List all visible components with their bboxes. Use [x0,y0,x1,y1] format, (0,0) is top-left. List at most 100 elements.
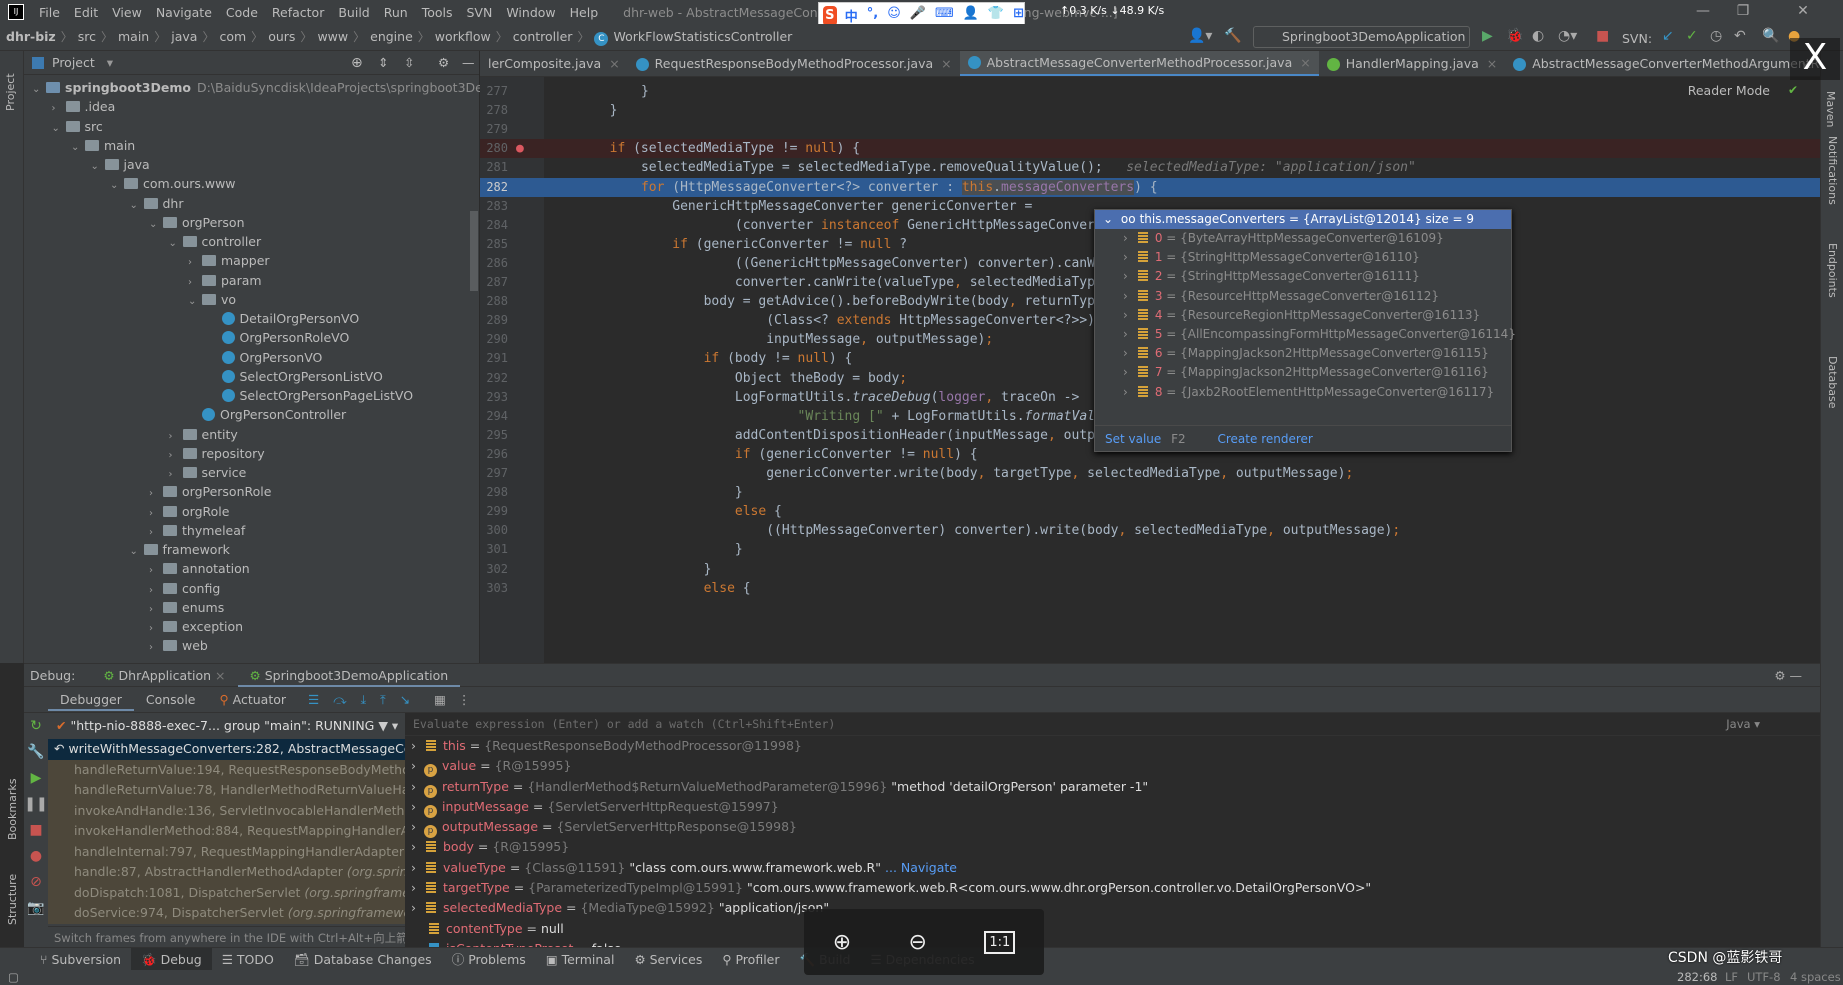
chevron-down-icon[interactable]: ⌄ [130,196,144,215]
menu-tools[interactable]: Tools [415,5,460,20]
zoom-in-button[interactable]: ⊕ [833,930,851,955]
tree-item[interactable]: DetailOrgPersonVO [208,309,359,328]
popup-item[interactable]: › 5 = {AllEncompassingFormHttpMessageConv… [1095,325,1516,344]
search-icon[interactable]: 🔍 [1762,28,1779,44]
close-tab-icon[interactable]: × [1300,51,1310,76]
maven-tool-button[interactable]: Maven [1824,91,1837,127]
wrench-icon[interactable]: 🔧 [24,739,48,765]
line-number[interactable]: 278 [486,101,508,120]
restore-button[interactable]: ❐ [1723,0,1763,24]
rerun-icon[interactable]: ↻ [24,713,48,739]
create-renderer-link[interactable]: Create renderer [1218,432,1313,446]
svn-rollback-icon[interactable]: ↶ [1734,28,1746,44]
tab-console[interactable]: Console [134,688,208,711]
popup-item[interactable]: › 4 = {ResourceRegionHttpMessageConverter… [1095,306,1511,325]
layout-icon[interactable]: ▢ [8,970,19,985]
breadcrumb-item[interactable]: controller [513,29,573,44]
menu-build[interactable]: Build [331,5,376,20]
endpoints-tool-button[interactable]: Endpoints [1826,243,1839,298]
chevron-right-icon[interactable]: › [149,581,163,600]
variable-row[interactable]: › valueType = {Class@11591} "class com.ou… [405,858,1820,878]
ime-item[interactable]: 中 [845,6,858,25]
tool-database-changes[interactable]: 🗃 Database Changes [284,948,442,971]
chevron-right-icon[interactable]: › [149,484,163,503]
breadcrumb-item[interactable]: WorkFlowStatisticsController [613,29,792,44]
menu-refactor[interactable]: Refactor [265,5,331,20]
tree-item[interactable]: ⌄ main [71,136,135,155]
line-number[interactable]: 280 [486,139,508,158]
chevron-right-icon[interactable]: › [169,465,183,484]
chevron-right-icon[interactable]: › [411,880,416,895]
stop-debug-icon[interactable]: ■ [24,817,48,843]
svn-history-icon[interactable]: ◷ [1710,28,1722,44]
chevron-right-icon[interactable]: › [1123,289,1128,303]
line-number[interactable]: 290 [486,330,508,349]
project-view-select[interactable]: Project [52,55,95,70]
chevron-right-icon[interactable]: › [411,799,416,814]
chevron-down-icon[interactable]: ⌄ [188,292,202,311]
view-breakpoints-icon[interactable]: ● [24,843,48,869]
ime-item[interactable]: ⌨ [935,6,954,25]
chevron-right-icon[interactable]: › [411,839,416,854]
ime-item[interactable]: 👕 [988,6,1004,25]
editor-tab[interactable]: lerComposite.java × [480,51,628,76]
chevron-right-icon[interactable]: › [169,446,183,465]
popup-item[interactable]: › 7 = {MappingJackson2HttpMessageConverte… [1095,363,1511,382]
chevron-right-icon[interactable]: › [149,638,163,657]
indent-setting[interactable]: 4 spaces [1790,970,1841,985]
menu-file[interactable]: File [32,5,67,20]
tool-services[interactable]: ⚙ Services [624,948,712,971]
tab-debugger[interactable]: Debugger [48,688,134,711]
tool-subversion[interactable]: ⑂ Subversion [30,948,131,971]
tree-item[interactable]: › entity [169,425,238,444]
ime-item[interactable]: ☺ [887,6,901,25]
popup-header[interactable]: ⌄ oo this.messageConverters = {ArrayList@… [1095,210,1511,229]
tree-item[interactable]: ⌄ dhr [130,194,184,213]
navigate-link[interactable]: ... Navigate [885,860,957,875]
variable-row[interactable]: › selectedMediaType = {MediaType@15992} "… [405,898,1820,918]
breadcrumb-item[interactable]: java [171,29,197,44]
chevron-down-icon[interactable]: ⌄ [149,215,163,234]
chevron-down-icon[interactable]: ⌄ [32,80,46,99]
chevron-right-icon[interactable]: › [1123,385,1128,399]
locate-icon[interactable]: ⊕ [351,55,363,71]
breadcrumb-item[interactable]: src [78,29,96,44]
stack-frame[interactable]: invokeAndHandle:136, ServletInvocableHan… [48,800,428,821]
tree-item[interactable]: ⌄ framework [130,540,230,559]
breadcrumb-item[interactable]: www [317,29,348,44]
line-number[interactable]: 302 [486,560,508,579]
breadcrumb-item[interactable]: ours [268,29,295,44]
chevron-down-icon[interactable]: ⌄ [71,138,85,157]
variable-row[interactable]: › targetType = {ParameterizedTypeImpl@159… [405,878,1820,898]
actual-size-button[interactable]: 1:1 [984,930,1016,954]
tree-item[interactable]: ⌄ java [91,155,150,174]
line-number[interactable]: 298 [486,483,508,502]
line-number[interactable]: 284 [486,216,508,235]
line-number[interactable]: 297 [486,464,508,483]
chevron-right-icon[interactable]: › [411,738,416,753]
ime-item[interactable]: 🎤 [910,6,926,25]
breadcrumb-item[interactable]: workflow [435,29,491,44]
line-number[interactable]: 289 [486,311,508,330]
run-icon[interactable]: ▶ [1482,28,1493,44]
zoom-out-button[interactable]: ⊖ [909,930,927,955]
tree-item[interactable]: › web [149,636,208,655]
svn-update-icon[interactable]: ↙ [1662,28,1674,44]
stack-frame[interactable]: ↶ writeWithMessageConverters:282, Abstra… [48,739,428,760]
tab-actuator[interactable]: ⚲ Actuator [208,688,299,711]
caret-position[interactable]: 282:68 [1677,970,1717,985]
variable-row[interactable]: › p inputMessage = {ServletServerHttpReque… [405,797,1820,818]
database-tool-button[interactable]: Database [1826,356,1839,409]
breadcrumb-item[interactable]: dhr-biz [6,29,56,44]
stack-frame[interactable]: handle:87, AbstractHandlerMethodAdapter … [48,862,428,883]
menu-run[interactable]: Run [377,5,415,20]
tool-terminal[interactable]: ▣ Terminal [536,948,625,971]
tree-item[interactable]: › exception [149,617,243,636]
gear-icon[interactable]: ⚙ [438,55,449,70]
line-number[interactable]: 283 [486,197,508,216]
chevron-right-icon[interactable]: › [411,860,416,875]
line-number[interactable]: 279 [486,120,508,139]
structure-tool-button[interactable]: Structure [6,874,19,925]
settings-icon[interactable]: ⚙ — [1774,668,1802,683]
chevron-down-icon[interactable]: ⌄ [130,542,144,561]
